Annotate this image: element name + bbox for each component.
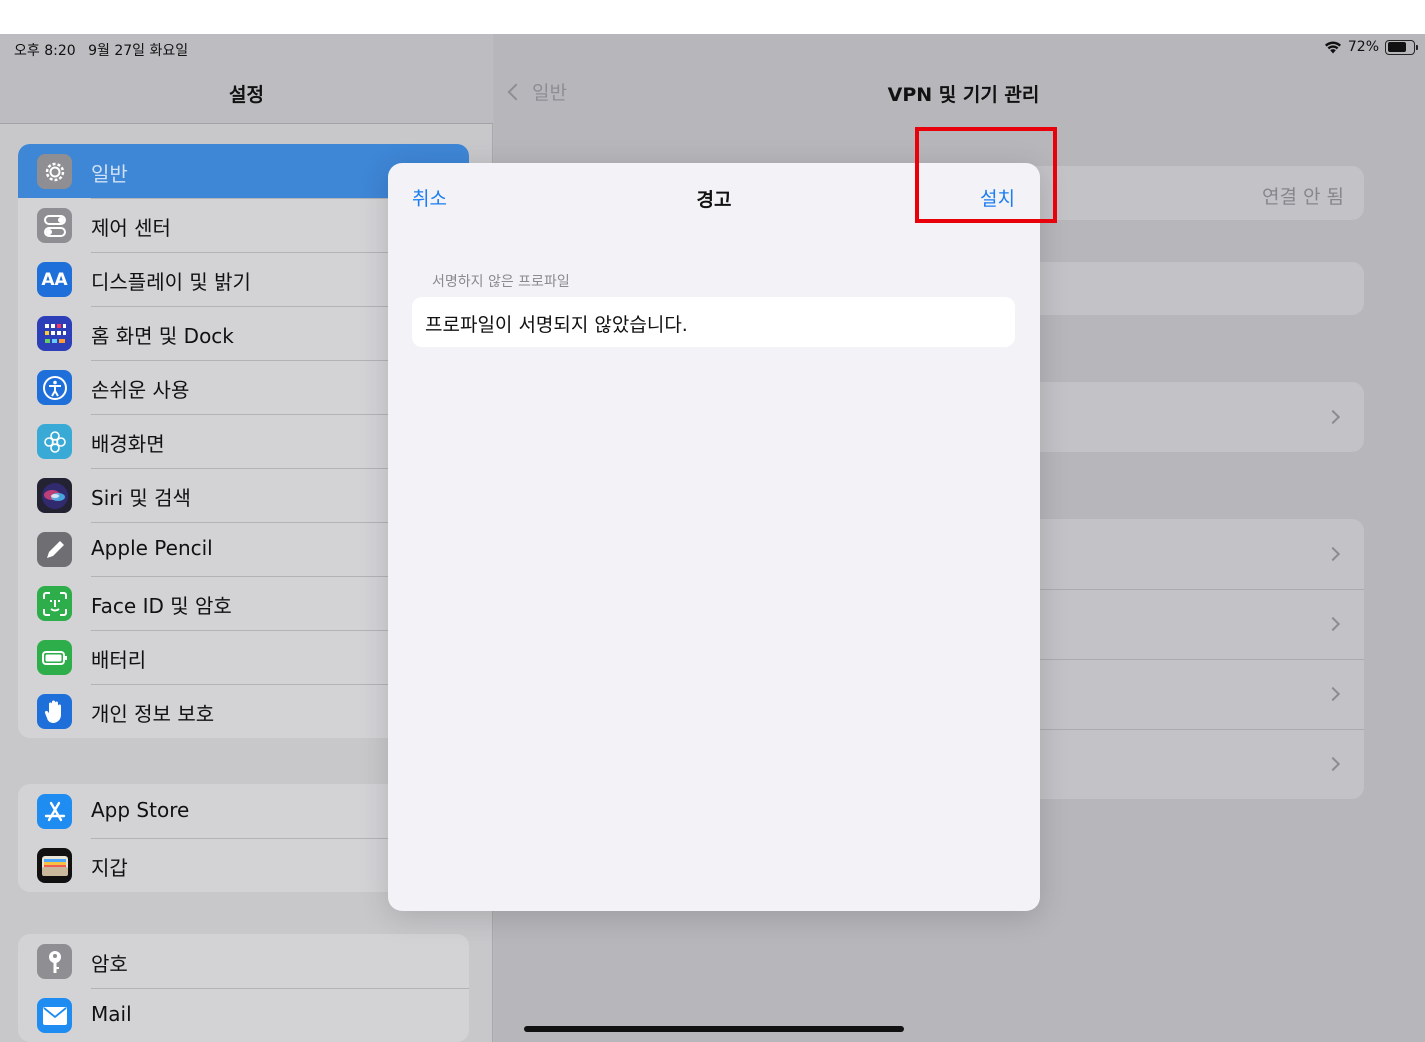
vpn-status: 연결 안 됨 [1262, 186, 1344, 208]
sidebar-item-label: 암호 [91, 952, 128, 976]
status-time: 오후 8:20 [14, 43, 76, 59]
sidebar-item[interactable]: Mail [18, 988, 469, 1042]
detail-header: 일반 VPN 및 기기 관리 [494, 34, 1425, 124]
chevron-right-icon [1325, 546, 1341, 562]
status-bar-right: 72% [1324, 39, 1418, 55]
flower-icon [37, 424, 72, 459]
face-id-icon [37, 586, 72, 621]
mail-icon [37, 998, 72, 1033]
app-store-icon [37, 794, 72, 829]
battery-icon [37, 640, 72, 675]
install-highlight-box [915, 127, 1057, 223]
battery-level [1387, 42, 1406, 52]
siri-icon [37, 478, 72, 513]
battery-percent: 72% [1347, 39, 1379, 55]
accessibility-icon [37, 370, 72, 405]
section-header: 서명하지 않은 프로파일 [432, 274, 570, 290]
chevron-right-icon [1325, 616, 1341, 632]
sidebar-title: 설정 [229, 84, 264, 106]
warning-message: 프로파일이 서명되지 않았습니다. [425, 314, 688, 336]
chevron-right-icon [1325, 409, 1341, 425]
gear-icon [37, 154, 72, 189]
warning-sheet: 취소 경고 설치 서명하지 않은 프로파일 프로파일이 서명되지 않았습니다. [388, 163, 1040, 911]
sidebar-item-label: Mail [91, 988, 469, 1026]
wifi-icon [1324, 41, 1341, 54]
pencil-icon [37, 532, 72, 567]
text-size-icon: AA [37, 262, 72, 297]
hand-icon [37, 694, 72, 729]
status-date: 9월 27일 화요일 [88, 43, 189, 59]
key-icon [37, 944, 72, 979]
chevron-right-icon [1325, 756, 1341, 772]
grid-icon [37, 316, 72, 351]
status-bar-left: 오후 8:20 9월 27일 화요일 [14, 40, 196, 60]
message-card: 프로파일이 서명되지 않았습니다. [412, 297, 1015, 347]
battery-icon [1385, 39, 1418, 55]
ipad-screen: 설정 일반 제어 센터 AA 디스플레이 및 밝기 홈 화면 및 Dock 손쉬운 사용 배… [0, 34, 1425, 1042]
wallet-icon [37, 848, 72, 883]
sidebar-item[interactable]: 암호 [18, 934, 469, 988]
settings-group-accounts: 암호 Mail [18, 934, 469, 1042]
toggles-icon [37, 208, 72, 243]
page-title: VPN 및 기기 관리 [887, 84, 1040, 106]
chevron-right-icon [1325, 686, 1341, 702]
home-indicator[interactable] [524, 1026, 904, 1032]
